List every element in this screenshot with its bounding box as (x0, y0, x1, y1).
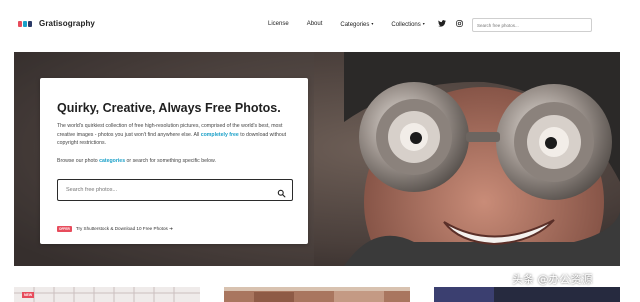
nav-categories-dropdown[interactable]: Categories ▾ (340, 21, 373, 28)
chevron-down-icon: ▾ (371, 21, 374, 26)
thumbnail-image (14, 287, 200, 302)
hero-title: Quirky, Creative, Always Free Photos. (57, 101, 281, 115)
search-icon[interactable] (277, 185, 286, 203)
hero-banner: Quirky, Creative, Always Free Photos. Th… (14, 52, 620, 266)
shutterstock-promo[interactable]: OFFER Try Shutterstock & Download 10 Fre… (57, 226, 173, 232)
new-badge: NEW (22, 292, 35, 298)
hero-search-input[interactable] (66, 187, 256, 193)
photo-thumbnail[interactable]: NEW (14, 287, 200, 302)
promo-badge: OFFER (57, 226, 72, 232)
logo[interactable]: Gratisography (18, 19, 95, 28)
promo-text: Try Shutterstock & Download 10 Free Phot… (75, 226, 173, 231)
logo-text: Gratisography (39, 19, 95, 28)
hero-description: The world's quirkiest collection of free… (57, 123, 287, 147)
hero-card: Quirky, Creative, Always Free Photos. Th… (40, 78, 308, 244)
nav-about-link[interactable]: About (307, 21, 323, 28)
logo-mark-icon (18, 20, 32, 27)
completely-free-link[interactable]: completely free (201, 132, 239, 138)
watermark: 头条 @办公资源 (512, 273, 593, 286)
photo-thumbnail[interactable] (224, 287, 410, 302)
photo-thumbnail[interactable] (434, 287, 620, 302)
nav-search-input[interactable] (472, 18, 592, 32)
categories-link[interactable]: categories (99, 158, 125, 164)
hero-browse-text: Browse our photo categories or search fo… (57, 158, 216, 164)
nav-license-link[interactable]: License (268, 21, 289, 28)
chevron-down-icon: ▾ (422, 21, 425, 26)
thumbnail-image (434, 287, 620, 302)
nav-links: License About Categories ▾ Collections ▾ (268, 21, 443, 28)
hero-search-box (57, 179, 293, 201)
thumbnail-image (224, 287, 410, 302)
social-links (438, 20, 463, 27)
nav-collections-dropdown[interactable]: Collections ▾ (391, 21, 424, 28)
twitter-icon[interactable] (438, 20, 446, 27)
instagram-icon[interactable] (456, 20, 463, 27)
top-navbar: Gratisography License About Categories ▾ … (0, 0, 640, 52)
